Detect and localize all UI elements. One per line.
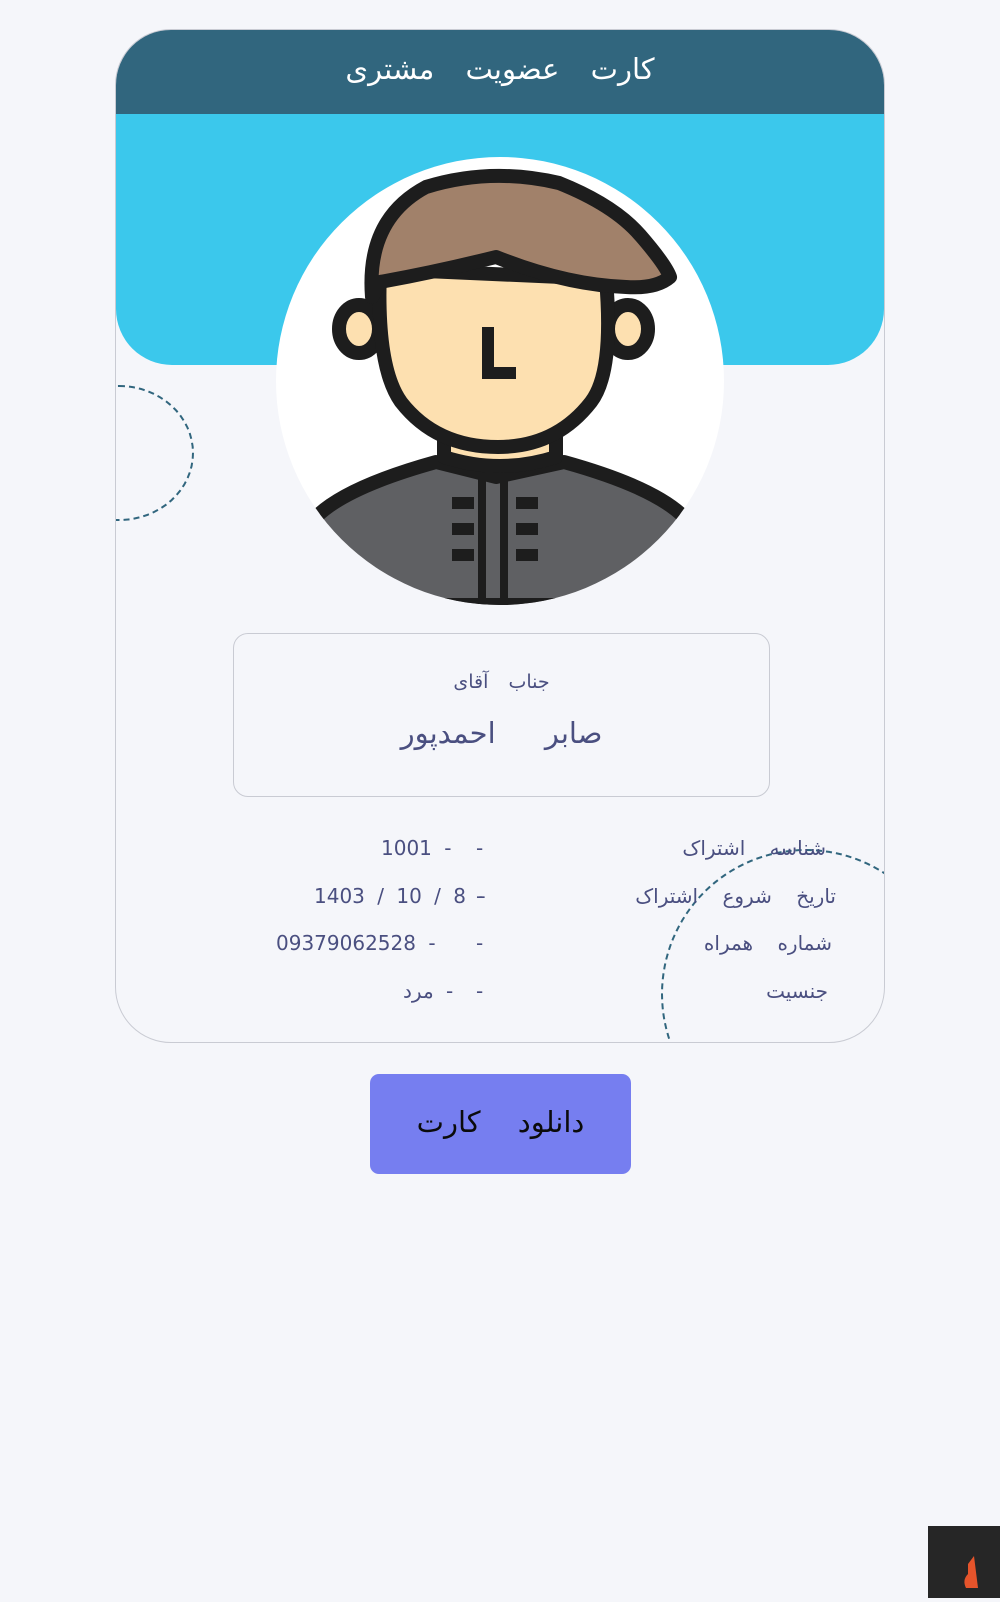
info-row-subscription-id: شناسه اشتراک - 1001 -: [266, 834, 826, 862]
download-card-button[interactable]: دانلود کارت: [370, 1074, 631, 1174]
info-value: 1001 -: [381, 836, 452, 860]
membership-card: کارت عضویت مشتری جناب آقای صابر احمدپور …: [115, 29, 885, 1043]
decorative-circle-left: [116, 385, 194, 521]
customer-name-box: جناب آقای صابر احمدپور: [233, 633, 770, 797]
info-value: 09379062528 -: [276, 931, 436, 955]
info-label: تاریخ شروع اشتراک: [635, 884, 836, 908]
info-label: شماره همراه: [703, 931, 832, 955]
info-value: مرد -: [403, 979, 454, 1003]
man-avatar-icon: [276, 157, 724, 605]
card-header: کارت عضویت مشتری: [116, 30, 884, 114]
card-title: کارت عضویت مشتری: [345, 52, 655, 86]
flame-logo-icon[interactable]: [928, 1526, 1000, 1598]
info-separator: -: [476, 979, 484, 1003]
info-label: جنسیت: [766, 979, 828, 1003]
info-value: 1403 / 10 / 8 -: [314, 884, 486, 908]
customer-full-name: صابر احمدپور: [400, 716, 603, 750]
info-label: شناسه اشتراک: [682, 836, 826, 860]
info-row-phone: شماره همراه - 09379062528 -: [266, 929, 832, 957]
info-separator: -: [476, 931, 484, 955]
info-separator: -: [476, 836, 484, 860]
info-row-gender: جنسیت - مرد -: [266, 977, 828, 1005]
customer-honorific: جناب آقای: [453, 671, 550, 693]
info-row-start-date: تاریخ شروع اشتراک - 1403 / 10 / 8 -: [266, 882, 836, 910]
